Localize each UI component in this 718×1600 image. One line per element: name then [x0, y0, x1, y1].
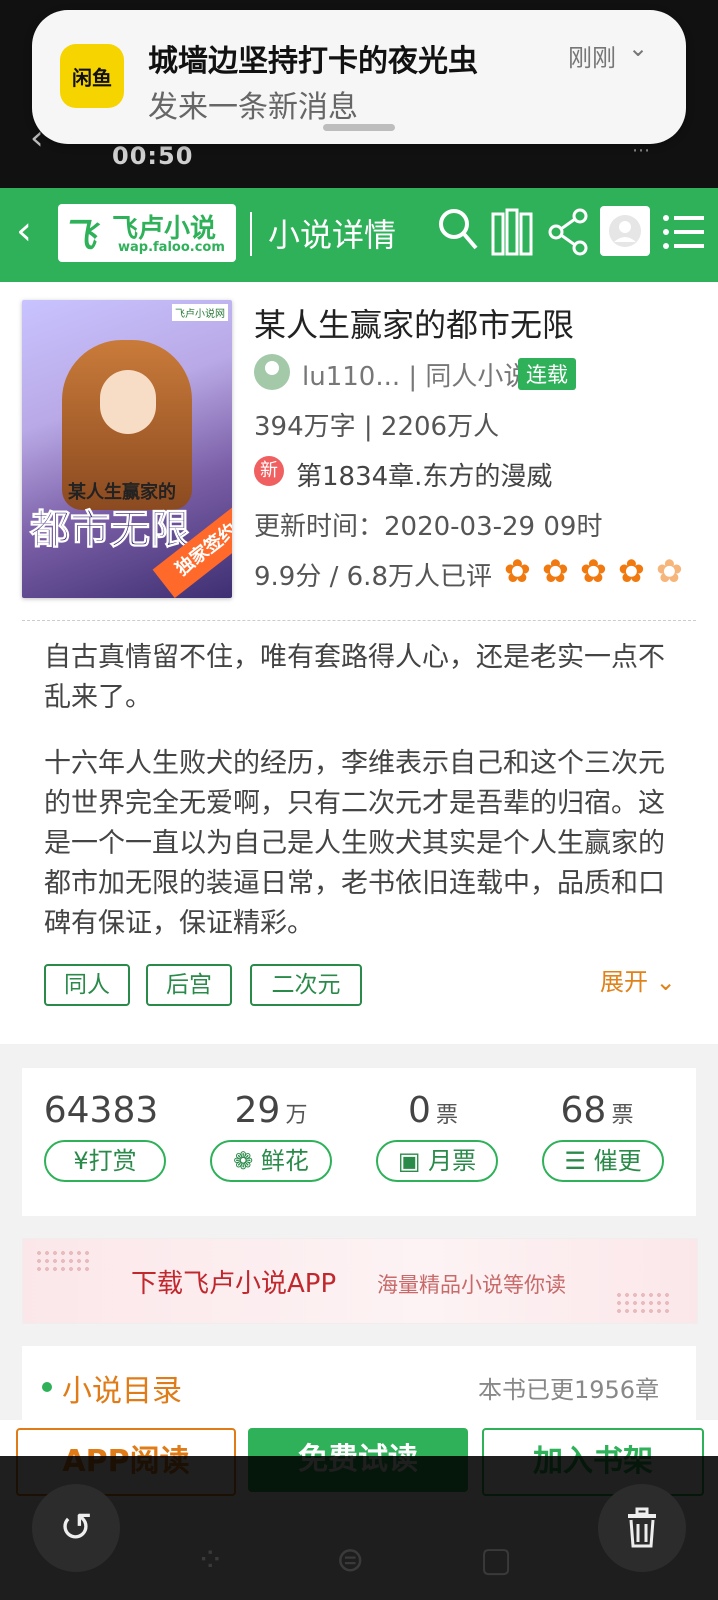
- apps-icon: ⁘: [196, 1540, 225, 1580]
- logo[interactable]: 飞 飞卢小说 wap.faloo.com: [58, 204, 236, 262]
- notification-card[interactable]: 闲鱼 城墙边坚持打卡的夜光虫 发来一条新消息 刚刚 ⌄: [32, 10, 686, 144]
- cover-title: 都市无限: [30, 507, 191, 554]
- status-time: 00:50: [112, 142, 194, 170]
- bullet-icon: [42, 1382, 52, 1392]
- user-avatar-icon[interactable]: [600, 206, 650, 256]
- half-star-icon: ✿: [656, 552, 683, 590]
- tag-chip[interactable]: 同人: [44, 964, 130, 1006]
- home-icon: ⊜: [336, 1540, 365, 1580]
- page-title: 小说详情: [268, 216, 397, 254]
- chevron-down-icon[interactable]: ⌄: [628, 34, 648, 62]
- monthly-ticket-button[interactable]: ▣ 月票: [376, 1140, 498, 1182]
- counter-value: 68: [560, 1090, 607, 1131]
- monthly-ticket-label: 月票: [428, 1147, 477, 1175]
- banner-subtitle: 海量精品小说等你读: [377, 1273, 566, 1297]
- drag-handle[interactable]: [323, 124, 395, 131]
- flower-counter: 29 万: [196, 1090, 346, 1131]
- tabs-icon: ▢: [480, 1540, 513, 1580]
- banner-decoration: [35, 1249, 91, 1273]
- back-icon[interactable]: ‹: [16, 208, 32, 254]
- counter-value: 64383: [43, 1090, 159, 1131]
- cover-face: [100, 370, 156, 434]
- monthly-ticket-counter: 0 票: [358, 1090, 508, 1131]
- share-icon[interactable]: [546, 206, 590, 258]
- status-badge: 连载: [518, 358, 576, 390]
- chevron-down-icon: ⌄: [655, 968, 676, 996]
- floating-controls-overlay: ⁘ ⊜ ▢ ↺: [0, 1456, 718, 1600]
- divider: [250, 212, 252, 256]
- star-icon: ✿: [542, 552, 569, 590]
- divider: [22, 620, 696, 621]
- notification-time: 刚刚: [568, 44, 616, 72]
- menu-icon[interactable]: [662, 208, 706, 256]
- toc-section[interactable]: 小说目录 本书已更1956章: [22, 1346, 696, 1426]
- book-info-panel: 飞卢小说网 某人生赢家的 都市无限 独家签约 某人生赢家的都市无限 lu110.…: [0, 282, 718, 1044]
- urge-update-button[interactable]: ☰ 催更: [542, 1140, 664, 1182]
- word-reader-stats: 394万字 | 2206万人: [254, 412, 500, 442]
- urge-update-counter: 68 票: [522, 1090, 672, 1131]
- download-app-banner[interactable]: 下载飞卢小说APP 海量精品小说等你读: [22, 1238, 698, 1324]
- expand-label: 展开: [600, 968, 648, 996]
- star-rating: ✿ ✿ ✿ ✿ ✿: [504, 552, 686, 590]
- flower-label: 鲜花: [260, 1147, 309, 1175]
- author-category[interactable]: lu110... | 同人小说: [302, 356, 529, 393]
- book-title: 某人生赢家的都市无限: [254, 306, 575, 344]
- trash-icon[interactable]: [598, 1484, 686, 1572]
- bookshelf-icon[interactable]: [490, 206, 534, 258]
- counter-unit: 票: [611, 1103, 634, 1128]
- counter-value: 0: [407, 1090, 431, 1131]
- refresh-icon[interactable]: ↺: [32, 1484, 120, 1572]
- counter-value: 29: [234, 1090, 281, 1131]
- app-header: ‹ 飞 飞卢小说 wap.faloo.com 小说详情: [0, 188, 718, 282]
- new-badge: 新: [254, 456, 284, 486]
- tip-button[interactable]: ¥打赏: [44, 1140, 166, 1182]
- ticket-icon: ▣: [397, 1147, 429, 1175]
- flower-button[interactable]: ❁ 鲜花: [210, 1140, 332, 1182]
- counter-unit: 票: [435, 1103, 458, 1128]
- rating-text: 9.9分 / 6.8万人已评: [254, 562, 492, 592]
- app-icon: 闲鱼: [60, 44, 124, 108]
- logo-mark-icon: 飞: [62, 216, 96, 256]
- tag-chip[interactable]: 后宫: [146, 964, 232, 1006]
- notification-title: 城墙边坚持打卡的夜光虫: [148, 44, 478, 79]
- tag-chip[interactable]: 二次元: [250, 964, 362, 1006]
- urge-icon: ☰: [564, 1147, 594, 1175]
- counter-unit: 万: [285, 1103, 308, 1128]
- search-icon[interactable]: [436, 206, 480, 254]
- chapter-count: 本书已更1956章: [478, 1376, 660, 1404]
- expand-button[interactable]: 展开 ⌄: [600, 962, 676, 997]
- star-icon: ✿: [618, 552, 645, 590]
- logo-url: wap.faloo.com: [118, 240, 225, 255]
- book-cover[interactable]: 飞卢小说网 某人生赢家的 都市无限 独家签约: [22, 300, 232, 598]
- cover-subtitle: 某人生赢家的: [68, 482, 176, 503]
- star-icon: ✿: [504, 552, 531, 590]
- interaction-counters: 64383 ¥打赏 29 万 ❁ 鲜花 0 票 ▣ 月票 68 票 ☰ 催更: [22, 1068, 696, 1216]
- notification-message: 发来一条新消息: [148, 90, 358, 125]
- banner-title: 下载飞卢小说APP: [131, 1269, 337, 1299]
- star-icon: ✿: [580, 552, 607, 590]
- synopsis-paragraph-2: 十六年人生败犬的经历，李维表示自己和这个三次元的世界完全无爱啊，只有二次元才是吾…: [44, 748, 665, 939]
- author-avatar-icon[interactable]: [254, 354, 290, 390]
- synopsis-paragraph-1: 自古真情留不住，唯有套路得人心，还是老实一点不乱来了。: [44, 642, 665, 713]
- urge-update-label: 催更: [593, 1147, 642, 1175]
- update-time: 更新时间：2020-03-29 09时: [254, 512, 603, 542]
- flower-icon: ❁: [233, 1147, 261, 1175]
- toc-title: 小说目录: [62, 1374, 182, 1409]
- banner-decoration: [615, 1291, 671, 1315]
- cover-logo: 飞卢小说网: [172, 304, 228, 321]
- tip-counter: 64383: [26, 1090, 176, 1131]
- latest-chapter-link[interactable]: 第1834章.东方的漫威: [296, 456, 552, 493]
